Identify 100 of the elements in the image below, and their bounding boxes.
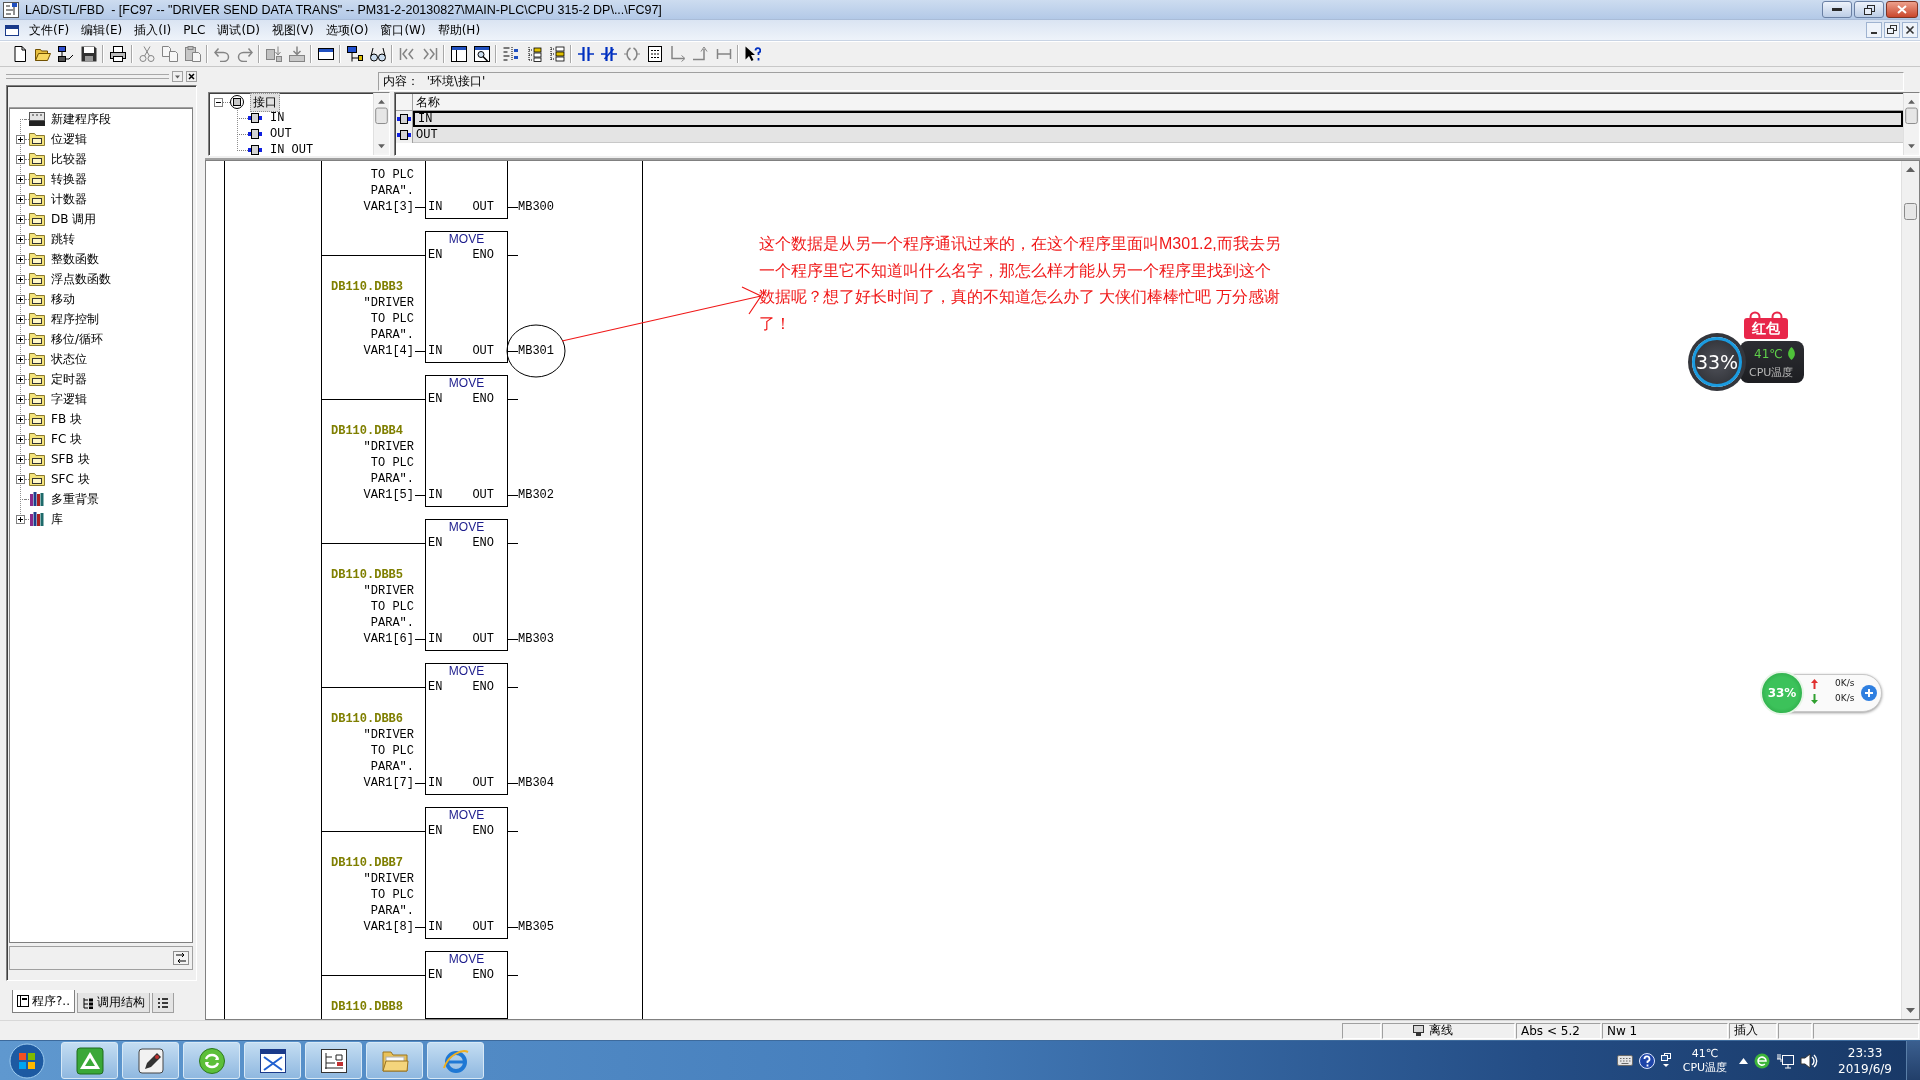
contact-icon[interactable] bbox=[577, 46, 594, 62]
open-folder-icon[interactable] bbox=[34, 46, 51, 62]
catalog-item[interactable]: 浮点数函数 bbox=[50, 270, 112, 288]
expand-icon[interactable] bbox=[16, 374, 25, 384]
expand-icon[interactable] bbox=[16, 454, 25, 464]
tree-item[interactable]: OUT bbox=[268, 127, 294, 141]
tree-list-icon[interactable] bbox=[525, 46, 542, 62]
menu-item[interactable]: 选项(O) bbox=[319, 20, 375, 40]
expand-icon[interactable] bbox=[16, 434, 25, 444]
expand-icon[interactable] bbox=[16, 354, 25, 364]
close-button[interactable] bbox=[1886, 1, 1918, 18]
tree-item[interactable]: 接口 bbox=[250, 93, 280, 112]
catalog-item[interactable]: 新建程序段 bbox=[50, 110, 112, 128]
table-cell[interactable]: OUT bbox=[413, 127, 1903, 143]
catalog-item[interactable]: 移位/循环 bbox=[50, 330, 105, 348]
expand-icon[interactable] bbox=[16, 294, 25, 304]
box-icon[interactable] bbox=[646, 46, 663, 62]
menu-item[interactable]: PLC bbox=[177, 20, 212, 40]
catalog-item[interactable]: 库 bbox=[50, 510, 64, 528]
zoom-window-icon[interactable] bbox=[473, 46, 490, 62]
ladder-list-icon[interactable] bbox=[502, 46, 519, 62]
menu-item[interactable]: 视图(V) bbox=[266, 20, 320, 40]
catalog-item[interactable]: 定时器 bbox=[50, 370, 88, 388]
expand-icon[interactable] bbox=[16, 394, 25, 404]
expand-icon[interactable] bbox=[16, 514, 25, 524]
keyboard-icon[interactable] bbox=[1616, 1055, 1633, 1066]
panel-tab[interactable]: 调用结构 bbox=[77, 993, 150, 1013]
glasses-icon[interactable] bbox=[369, 46, 386, 62]
catalog-item[interactable]: 整数函数 bbox=[50, 250, 100, 268]
taskbar-button[interactable] bbox=[122, 1042, 179, 1079]
expand-icon[interactable] bbox=[16, 414, 25, 424]
help-icon[interactable] bbox=[1638, 1052, 1655, 1069]
save-icon[interactable] bbox=[80, 46, 97, 62]
panel-tab[interactable]: 程序?.. bbox=[12, 990, 75, 1013]
expand-icon[interactable] bbox=[16, 314, 25, 324]
table-cell[interactable]: IN bbox=[413, 111, 1903, 127]
tree-item[interactable]: IN OUT bbox=[268, 143, 316, 155]
expand-icon[interactable] bbox=[16, 194, 25, 204]
catalog-item[interactable]: DB 调用 bbox=[50, 210, 98, 228]
dropdown-icon[interactable] bbox=[172, 70, 183, 82]
network-station-icon[interactable] bbox=[346, 46, 363, 62]
taskbar-button[interactable] bbox=[244, 1042, 301, 1079]
catalog-item[interactable]: SFB 块 bbox=[50, 450, 91, 468]
help-pointer-icon[interactable] bbox=[744, 46, 761, 62]
catalog-item[interactable]: 位逻辑 bbox=[50, 130, 88, 148]
expand-icon[interactable] bbox=[16, 214, 25, 224]
collapse-icon[interactable] bbox=[214, 97, 223, 107]
menu-item[interactable]: 编辑(E) bbox=[75, 20, 129, 40]
expand-icon[interactable] bbox=[16, 174, 25, 184]
catalog-item[interactable]: 多重背景 bbox=[50, 490, 100, 508]
panel-layout-icon[interactable] bbox=[450, 46, 467, 62]
panel-tab[interactable] bbox=[152, 993, 174, 1013]
catalog-item[interactable]: 比较器 bbox=[50, 150, 88, 168]
minimize-icon[interactable] bbox=[1866, 22, 1882, 38]
document-window-icon[interactable] bbox=[5, 24, 19, 36]
window-icon[interactable] bbox=[317, 46, 334, 62]
print-icon[interactable] bbox=[109, 46, 126, 62]
show-hidden-icon[interactable] bbox=[1739, 1057, 1749, 1064]
promo-tag[interactable]: 红包 bbox=[1744, 318, 1788, 339]
start-orb-icon[interactable] bbox=[9, 1042, 45, 1079]
restore-icon[interactable] bbox=[1884, 22, 1900, 38]
catalog-item[interactable]: 状态位 bbox=[50, 350, 88, 368]
close-icon[interactable] bbox=[1902, 22, 1918, 38]
swirl-circle-icon[interactable] bbox=[1754, 1052, 1771, 1069]
speaker-icon[interactable] bbox=[1800, 1052, 1819, 1069]
catalog-item[interactable]: FB 块 bbox=[50, 410, 83, 428]
expand-icon[interactable] bbox=[16, 474, 25, 484]
catalog-item[interactable]: SFC 块 bbox=[50, 470, 91, 488]
expand-icon[interactable] bbox=[16, 154, 25, 164]
menu-item[interactable]: 文件(F) bbox=[23, 20, 76, 40]
window-caret-icon[interactable] bbox=[1660, 1052, 1671, 1069]
monitor-plug-icon[interactable] bbox=[1776, 1052, 1795, 1069]
catalog-item[interactable]: 跳转 bbox=[50, 230, 76, 248]
expand-icon[interactable] bbox=[16, 254, 25, 264]
show-desktop-button[interactable] bbox=[1906, 1041, 1920, 1080]
expand-icon[interactable] bbox=[16, 334, 25, 344]
taskbar-button[interactable] bbox=[305, 1042, 362, 1079]
menu-item[interactable]: 调试(D) bbox=[211, 20, 267, 40]
menu-item[interactable]: 帮助(H) bbox=[431, 20, 487, 40]
catalog-item[interactable]: 转换器 bbox=[50, 170, 88, 188]
menu-item[interactable]: 插入(I) bbox=[128, 20, 178, 40]
expand-icon[interactable] bbox=[16, 274, 25, 284]
expand-icon[interactable] bbox=[16, 234, 25, 244]
network-nodes-icon[interactable] bbox=[57, 46, 74, 62]
catalog-item[interactable]: 程序控制 bbox=[50, 310, 100, 328]
menu-item[interactable]: 窗口(W) bbox=[374, 20, 432, 40]
catalog-item[interactable]: 移动 bbox=[50, 290, 76, 308]
closed-contact-icon[interactable] bbox=[600, 46, 617, 62]
tree-list-icon[interactable] bbox=[548, 46, 565, 62]
restore-button[interactable] bbox=[1854, 1, 1884, 18]
close-icon[interactable] bbox=[186, 70, 197, 82]
catalog-item[interactable]: FC 块 bbox=[50, 430, 84, 448]
expand-icon[interactable] bbox=[16, 134, 25, 144]
tree-item[interactable]: IN bbox=[268, 111, 287, 125]
scroll-thumb[interactable] bbox=[1904, 203, 1917, 220]
new-document-icon[interactable] bbox=[11, 46, 28, 62]
catalog-item[interactable]: 字逻辑 bbox=[50, 390, 88, 408]
scroll-down-icon[interactable] bbox=[1906, 1008, 1915, 1013]
plus-icon[interactable] bbox=[1861, 685, 1877, 701]
catalog-item[interactable]: 计数器 bbox=[50, 190, 88, 208]
